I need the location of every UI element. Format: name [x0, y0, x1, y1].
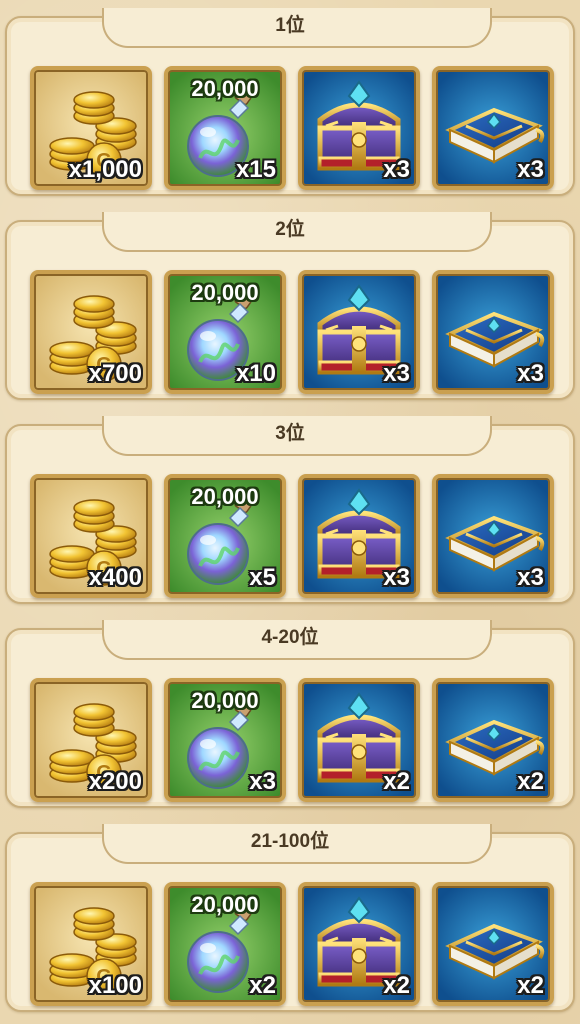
potion-quantity: x5 — [249, 564, 276, 591]
reward-items: x700 20,000 x10 x3 x3 — [30, 270, 554, 394]
rank-label: 4-20位 — [261, 627, 319, 648]
chest-quantity: x2 — [383, 972, 410, 999]
potion-reward[interactable]: 20,000 x2 — [164, 882, 286, 1006]
chest-quantity: x2 — [383, 768, 410, 795]
potion-amount: 20,000 — [191, 688, 259, 713]
potion-reward[interactable]: 20,000 x15 — [164, 66, 286, 190]
potion-amount: 20,000 — [191, 484, 259, 509]
coins-quantity: x100 — [88, 972, 142, 999]
chest-reward[interactable]: x2 — [298, 678, 420, 802]
potion-amount: 20,000 — [191, 892, 259, 917]
rank-label: 3位 — [275, 423, 305, 444]
chest-reward[interactable]: x3 — [298, 474, 420, 598]
reward-tier: 4-20位 x200 20,000 x3 x2 x2 — [5, 620, 575, 808]
coins-reward[interactable]: x700 — [30, 270, 152, 394]
coins-quantity: x200 — [88, 768, 142, 795]
potion-reward[interactable]: 20,000 x5 — [164, 474, 286, 598]
chest-quantity: x3 — [383, 360, 410, 387]
reward-items: x100 20,000 x2 x2 x2 — [30, 882, 554, 1006]
chest-reward[interactable]: x3 — [298, 270, 420, 394]
potion-reward[interactable]: 20,000 x3 — [164, 678, 286, 802]
book-reward[interactable]: x3 — [432, 474, 554, 598]
coins-quantity: x400 — [88, 564, 142, 591]
rank-label: 1位 — [275, 15, 305, 36]
book-quantity: x2 — [517, 768, 544, 795]
coins-reward[interactable]: x200 — [30, 678, 152, 802]
potion-quantity: x15 — [235, 156, 276, 183]
book-reward[interactable]: x3 — [432, 270, 554, 394]
book-reward[interactable]: x2 — [432, 882, 554, 1006]
book-quantity: x3 — [517, 360, 544, 387]
potion-amount: 20,000 — [191, 76, 259, 101]
coins-quantity: x700 — [88, 360, 142, 387]
reward-tier: 2位 x700 20,000 x10 x3 x3 — [5, 212, 575, 400]
potion-amount: 20,000 — [191, 280, 259, 305]
coins-reward[interactable]: x400 — [30, 474, 152, 598]
book-reward[interactable]: x2 — [432, 678, 554, 802]
chest-quantity: x3 — [383, 564, 410, 591]
reward-items: x400 20,000 x5 x3 x3 — [30, 474, 554, 598]
chest-reward[interactable]: x3 — [298, 66, 420, 190]
book-reward[interactable]: x3 — [432, 66, 554, 190]
coins-quantity: x1,000 — [68, 156, 142, 183]
coins-reward[interactable]: x100 — [30, 882, 152, 1006]
reward-tier: 1位 x1,000 20,000 x15 x3 x3 — [5, 8, 575, 196]
reward-tier: 3位 x400 20,000 x5 x3 x3 — [5, 416, 575, 604]
potion-quantity: x3 — [249, 768, 276, 795]
rank-label: 21-100位 — [250, 831, 330, 852]
chest-reward[interactable]: x2 — [298, 882, 420, 1006]
potion-quantity: x10 — [235, 360, 276, 387]
book-quantity: x3 — [517, 156, 544, 183]
coins-reward[interactable]: x1,000 — [30, 66, 152, 190]
potion-reward[interactable]: 20,000 x10 — [164, 270, 286, 394]
reward-items: x200 20,000 x3 x2 x2 — [30, 678, 554, 802]
rank-label: 2位 — [275, 219, 305, 240]
book-quantity: x3 — [517, 564, 544, 591]
potion-quantity: x2 — [249, 972, 276, 999]
book-quantity: x2 — [517, 972, 544, 999]
reward-items: x1,000 20,000 x15 x3 x3 — [30, 66, 554, 190]
chest-quantity: x3 — [383, 156, 410, 183]
reward-tier: 21-100位 x100 20,000 x2 x2 x2 — [5, 824, 575, 1012]
